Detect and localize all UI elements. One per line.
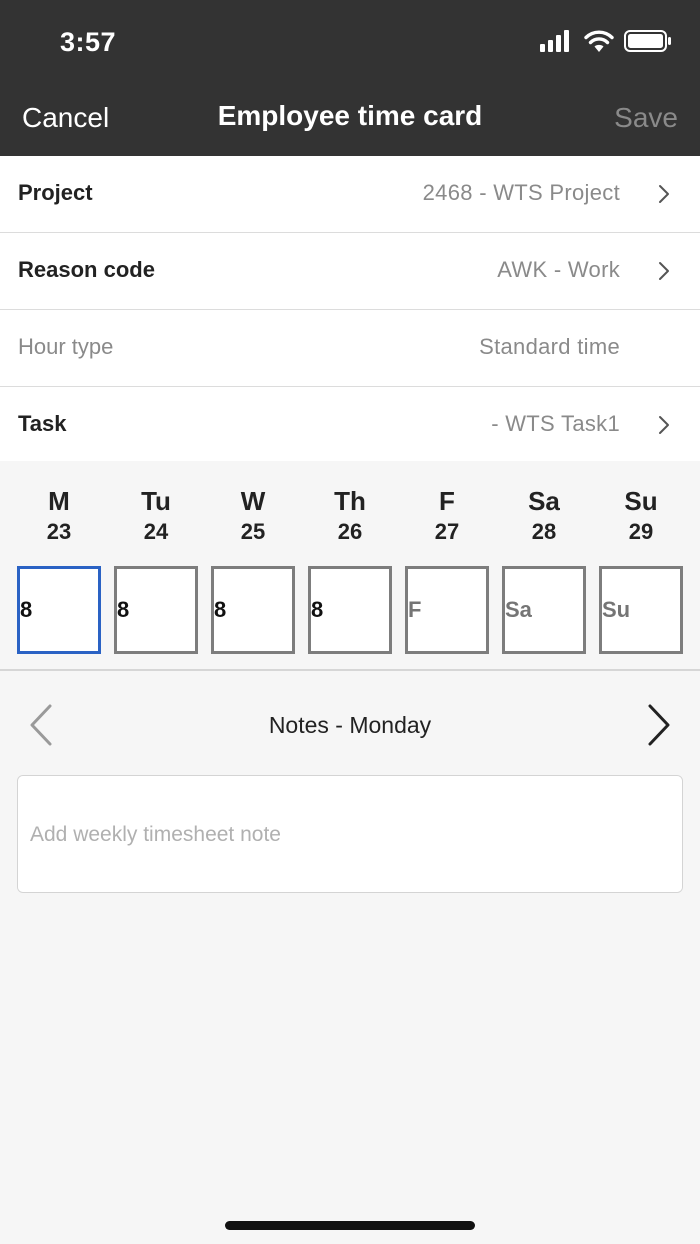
day-date: 27 [434,519,460,544]
week-hours-grid: M 23 Tu 24 W 25 Th 26 F 27 Sa 28 [0,460,700,670]
chevron-left-icon [30,704,52,746]
notes-navigation: Notes - Monday [0,690,700,760]
hour-type-row: Hour type Standard time [0,310,700,387]
cancel-button[interactable]: Cancel [22,102,109,134]
chevron-right-icon [659,262,669,280]
task-value: - WTS Task1 [491,411,620,436]
chevron-right-icon [659,185,669,203]
hours-input-wednesday[interactable] [211,566,295,654]
status-bar: 3:57 [0,0,700,80]
cellular-signal-icon [540,30,569,52]
hours-input-sunday[interactable] [599,566,683,654]
day-abbr: Tu [141,486,171,516]
weekly-note-input[interactable] [17,775,683,893]
hours-input-friday[interactable] [405,566,489,654]
task-row[interactable]: Task - WTS Task1 [0,387,700,461]
day-abbr: F [439,486,455,516]
day-date: 23 [46,519,72,544]
project-row[interactable]: Project 2468 - WTS Project [0,156,700,233]
day-date: 24 [143,519,169,544]
hour-type-value: Standard time [479,334,620,359]
hour-type-label: Hour type [18,334,114,359]
home-indicator [225,1221,475,1230]
status-time: 3:57 [60,27,117,57]
day-abbr: Th [334,486,366,516]
notes-title: Notes - Monday [268,712,432,738]
battery-icon [624,30,671,52]
save-button[interactable]: Save [614,102,678,134]
reason-code-row[interactable]: Reason code AWK - Work [0,233,700,310]
project-value: 2468 - WTS Project [422,180,620,205]
day-abbr: Sa [528,486,560,516]
next-day-button[interactable] [644,702,674,748]
project-label: Project [18,180,93,205]
time-card-screen: 3:57 Cancel Employee time card Save Proj… [0,0,700,1244]
reason-code-value: AWK - Work [497,257,620,282]
day-abbr: Su [624,486,658,516]
time-card-form: Project 2468 - WTS Project Reason code A… [0,156,700,461]
day-abbr: W [240,486,266,516]
chevron-right-icon [659,416,669,434]
section-divider [0,669,700,671]
day-abbr: M [48,486,70,516]
chevron-right-icon [648,704,670,746]
hours-input-thursday[interactable] [308,566,392,654]
day-date: 28 [531,519,557,544]
previous-day-button[interactable] [26,702,56,748]
task-label: Task [18,411,67,436]
nav-bar: Cancel Employee time card Save [0,80,700,156]
hours-input-saturday[interactable] [502,566,586,654]
hours-input-tuesday[interactable] [114,566,198,654]
wifi-icon [584,30,614,52]
day-date: 26 [337,519,363,544]
hours-input-monday[interactable] [17,566,101,654]
reason-code-label: Reason code [18,257,155,282]
day-date: 25 [240,519,266,544]
day-date: 29 [628,519,654,544]
